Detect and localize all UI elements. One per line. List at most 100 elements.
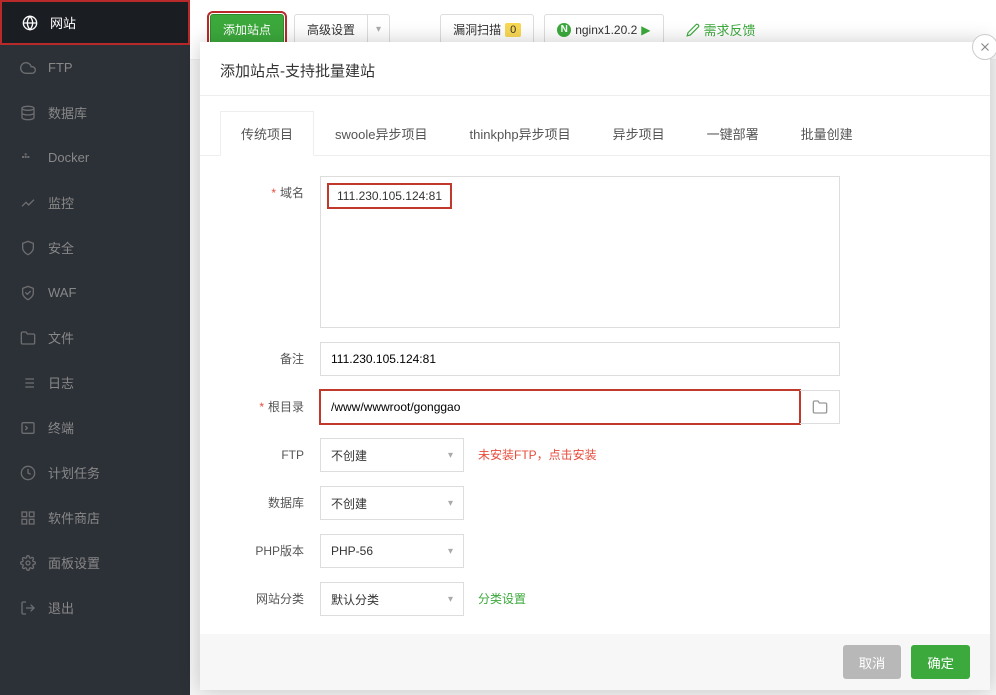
sidebar-item-files[interactable]: 文件 [0,315,190,360]
add-site-label: 添加站点 [223,21,271,38]
feedback-label: 需求反馈 [704,20,756,39]
label-database: 数据库 [220,486,320,520]
category-value: 默认分类 [331,591,379,608]
sidebar-item-settings[interactable]: 面板设置 [0,540,190,585]
chart-icon [20,195,36,211]
advanced-settings-dropdown[interactable]: ▾ [367,14,390,46]
chevron-down-icon: ▾ [448,546,453,557]
sidebar-item-label: 终端 [48,418,74,437]
tab-label: thinkphp异步项目 [469,127,570,142]
sidebar-item-label: WAF [48,285,76,300]
tab-batch[interactable]: 批量创建 [780,111,874,156]
cloud-icon [20,60,36,76]
sidebar: 网站 FTP 数据库 Docker 监控 安全 WAF 文件 日志 终端 计划任… [0,0,190,695]
tab-deploy[interactable]: 一键部署 [686,111,780,156]
row-category: 网站分类 默认分类▾ 分类设置 [220,582,960,616]
sidebar-item-security[interactable]: 安全 [0,225,190,270]
shield-icon [20,240,36,256]
nginx-label: nginx1.20.2 [575,23,637,37]
sidebar-item-docker[interactable]: Docker [0,135,190,180]
edit-icon [686,23,700,37]
advanced-settings-button[interactable]: 高级设置 [294,14,367,46]
sidebar-item-logs[interactable]: 日志 [0,360,190,405]
sidebar-item-store[interactable]: 软件商店 [0,495,190,540]
ftp-value: 不创建 [331,447,367,464]
waf-icon [20,285,36,301]
nginx-icon: N [557,23,571,37]
domain-textarea[interactable]: 111.230.105.124:81 [320,176,840,328]
row-domain: *域名 111.230.105.124:81 [220,176,960,328]
cancel-button[interactable]: 取消 [843,645,902,679]
folder-icon [20,330,36,346]
label-php: PHP版本 [220,534,320,568]
label-domain: *域名 [220,176,320,210]
remark-input[interactable] [320,342,840,376]
sidebar-item-website[interactable]: 网站 [0,0,190,45]
tab-label: 一键部署 [707,127,759,142]
sidebar-item-exit[interactable]: 退出 [0,585,190,630]
tab-label: 传统项目 [241,127,293,142]
sidebar-item-terminal[interactable]: 终端 [0,405,190,450]
ftp-warning[interactable]: 未安装FTP，点击安装 [478,438,597,472]
advanced-settings-group: 高级设置 ▾ [294,14,390,46]
label-root: *根目录 [220,390,320,424]
folder-picker-button[interactable] [800,390,840,424]
database-select[interactable]: 不创建▾ [320,486,464,520]
tab-traditional[interactable]: 传统项目 [220,111,314,156]
sidebar-item-label: 日志 [48,373,74,392]
php-select[interactable]: PHP-56 ▾ [320,534,464,568]
required-asterisk: * [271,186,276,200]
sidebar-item-label: 软件商店 [48,508,100,527]
exit-icon [20,600,36,616]
globe-icon [22,15,38,31]
clock-icon [20,465,36,481]
tab-thinkphp[interactable]: thinkphp异步项目 [448,111,591,156]
row-database: 数据库 不创建▾ [220,486,960,520]
root-input[interactable] [320,390,800,424]
sidebar-item-label: 数据库 [48,103,87,122]
sidebar-item-label: 退出 [48,598,74,617]
modal-title: 添加站点-支持批量建站 [200,42,990,96]
confirm-button[interactable]: 确定 [911,645,970,679]
tab-label: 异步项目 [613,127,665,142]
label-remark: 备注 [220,342,320,376]
sidebar-item-label: 监控 [48,193,74,212]
category-settings-link[interactable]: 分类设置 [478,582,526,616]
scan-badge: 0 [505,23,521,37]
sidebar-item-ftp[interactable]: FTP [0,45,190,90]
add-site-button[interactable]: 添加站点 [210,14,284,46]
sidebar-item-label: Docker [48,150,89,165]
ftp-select[interactable]: 不创建▾ [320,438,464,472]
domain-value: 111.230.105.124:81 [327,183,452,209]
sidebar-item-label: 网站 [50,13,76,32]
modal-close-button[interactable] [972,34,996,60]
sidebar-item-label: 文件 [48,328,74,347]
database-icon [20,105,36,121]
sidebar-item-label: 安全 [48,238,74,257]
vuln-scan-button[interactable]: 漏洞扫描 0 [440,14,534,46]
category-select[interactable]: 默认分类 ▾ [320,582,464,616]
tab-async[interactable]: 异步项目 [592,111,686,156]
scan-label: 漏洞扫描 [453,21,501,38]
row-ftp: FTP 不创建▾ 未安装FTP，点击安装 [220,438,960,472]
sidebar-item-cron[interactable]: 计划任务 [0,450,190,495]
sidebar-item-waf[interactable]: WAF [0,270,190,315]
tab-swoole[interactable]: swoole异步项目 [314,111,448,156]
feedback-link[interactable]: 需求反馈 [686,20,756,39]
row-root: *根目录 [220,390,960,424]
gear-icon [20,555,36,571]
sidebar-item-monitor[interactable]: 监控 [0,180,190,225]
add-site-form: *域名 111.230.105.124:81 备注 *根目录 FTP 不创建▾ … [200,156,990,650]
sidebar-item-label: 计划任务 [48,463,100,482]
chevron-down-icon: ▾ [448,594,453,605]
label-ftp: FTP [220,438,320,472]
terminal-icon [20,420,36,436]
tab-label: swoole异步项目 [335,127,427,142]
row-remark: 备注 [220,342,960,376]
advanced-label: 高级设置 [307,21,355,38]
sidebar-item-database[interactable]: 数据库 [0,90,190,135]
php-value: PHP-56 [331,544,373,558]
sidebar-item-label: 面板设置 [48,553,100,572]
nginx-button[interactable]: Nnginx1.20.2▶ [544,14,663,46]
tab-label: 批量创建 [801,127,853,142]
